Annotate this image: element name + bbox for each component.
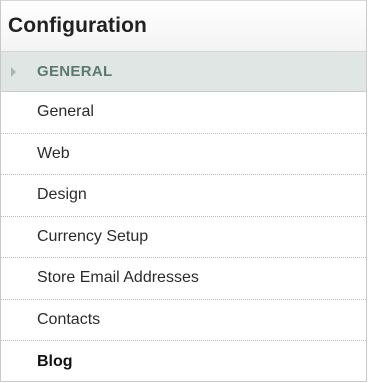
panel-header: Configuration [1,0,366,52]
nav-item-store-email-addresses[interactable]: Store Email Addresses [1,258,366,300]
page-title: Configuration [8,14,147,37]
nav-item-blog[interactable]: Blog [1,341,366,383]
config-nav-list: General Web Design Currency Setup Store … [1,92,366,383]
nav-item-design[interactable]: Design [1,175,366,217]
nav-item-currency-setup[interactable]: Currency Setup [1,217,366,258]
nav-item-general[interactable]: General [1,92,366,134]
triangle-right-icon [11,67,16,77]
section-general-header[interactable]: GENERAL [1,52,366,92]
configuration-panel: Configuration GENERAL General Web Design… [0,0,367,382]
nav-item-contacts[interactable]: Contacts [1,300,366,341]
section-general-label: GENERAL [37,63,113,80]
nav-item-web[interactable]: Web [1,134,366,175]
